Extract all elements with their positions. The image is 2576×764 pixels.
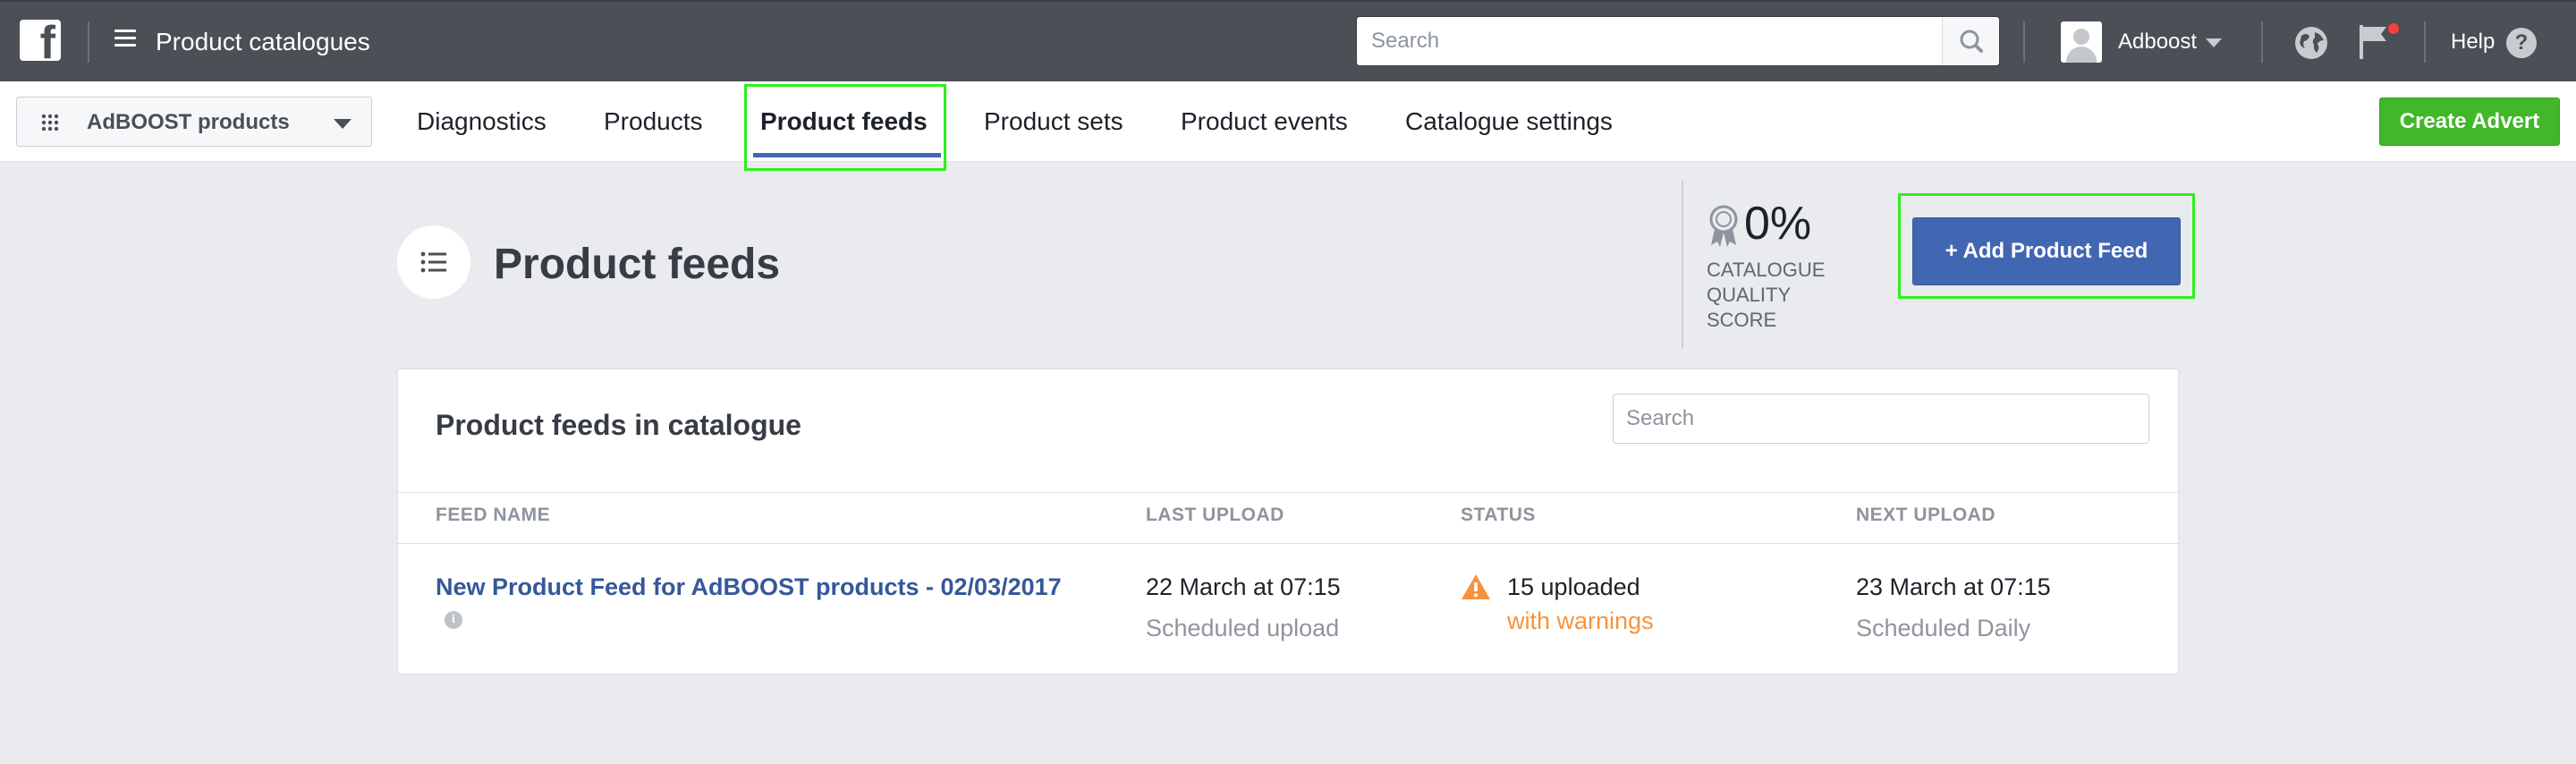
tab-product-sets[interactable]: Product sets bbox=[984, 81, 1123, 162]
divider bbox=[88, 21, 89, 63]
upload-status-warning[interactable]: with warnings bbox=[1507, 606, 1654, 636]
notification-badge bbox=[2386, 21, 2401, 36]
magnifier-icon bbox=[1960, 30, 1983, 53]
avatar[interactable] bbox=[2061, 21, 2102, 63]
catalogue-name: AdBOOST products bbox=[87, 110, 290, 134]
tab-diagnostics[interactable]: Diagnostics bbox=[417, 81, 547, 162]
warning-icon bbox=[1462, 574, 1490, 599]
highlight-box bbox=[744, 84, 946, 171]
next-upload-date: 23 March at 07:15 bbox=[1856, 573, 2051, 600]
list-icon bbox=[397, 225, 470, 299]
page-title: Product feeds bbox=[494, 241, 781, 288]
tab-products[interactable]: Products bbox=[604, 81, 703, 162]
top-search-box bbox=[1356, 16, 2000, 66]
award-ribbon-icon bbox=[1709, 205, 1738, 247]
hamburger-menu-icon[interactable] bbox=[114, 30, 136, 47]
info-icon[interactable]: i bbox=[445, 611, 462, 629]
product-feeds-card: Product feeds in catalogue FEED NAME LAS… bbox=[397, 369, 2179, 675]
catalogue-selector[interactable]: AdBOOST products bbox=[16, 97, 372, 147]
column-header-last-upload: LAST UPLOAD bbox=[1146, 505, 1284, 525]
chevron-down-icon bbox=[334, 119, 352, 129]
catalogue-nav-bar: AdBOOST products Diagnostics Products Pr… bbox=[0, 81, 2576, 162]
divider bbox=[1682, 181, 1683, 349]
column-header-next-upload: NEXT UPLOAD bbox=[1856, 505, 1996, 525]
card-title: Product feeds in catalogue bbox=[436, 409, 801, 441]
add-product-feed-button[interactable]: + Add Product Feed bbox=[1912, 217, 2181, 285]
grid-icon bbox=[41, 114, 59, 132]
divider bbox=[398, 543, 2178, 544]
last-upload-date: 22 March at 07:15 bbox=[1146, 573, 1341, 600]
quality-score-label: CATALOGUE QUALITY SCORE bbox=[1707, 259, 1826, 331]
column-header-status: STATUS bbox=[1461, 505, 1536, 525]
search-button[interactable] bbox=[1942, 17, 1999, 65]
feed-name-link[interactable]: New Product Feed for AdBOOST products - … bbox=[436, 572, 1062, 602]
create-advert-button[interactable]: Create Advert bbox=[2379, 98, 2560, 146]
divider bbox=[2261, 21, 2263, 63]
divider bbox=[2424, 21, 2426, 63]
next-upload-schedule: Scheduled Daily bbox=[1856, 615, 2031, 641]
facebook-logo-icon[interactable]: f bbox=[20, 20, 61, 61]
top-bar: f Product catalogues Adboost Help ? bbox=[0, 0, 2576, 81]
chevron-down-icon[interactable] bbox=[2206, 38, 2222, 47]
top-search-input[interactable] bbox=[1357, 17, 1940, 65]
tab-catalogue-settings[interactable]: Catalogue settings bbox=[1405, 81, 1613, 162]
help-icon[interactable]: ? bbox=[2506, 28, 2537, 58]
upload-status: 15 uploaded bbox=[1507, 573, 1640, 600]
tab-product-events[interactable]: Product events bbox=[1181, 81, 1348, 162]
last-upload-type: Scheduled upload bbox=[1146, 615, 1340, 641]
globe-icon[interactable] bbox=[2293, 25, 2329, 61]
divider bbox=[2023, 21, 2025, 63]
help-link[interactable]: Help bbox=[2451, 29, 2495, 55]
column-header-feed-name: FEED NAME bbox=[436, 505, 551, 525]
quality-score-value: 0% bbox=[1744, 198, 1812, 250]
app-title[interactable]: Product catalogues bbox=[156, 27, 370, 57]
user-name[interactable]: Adboost bbox=[2118, 29, 2197, 55]
feeds-search-input[interactable] bbox=[1613, 394, 2149, 444]
divider bbox=[398, 492, 2178, 493]
